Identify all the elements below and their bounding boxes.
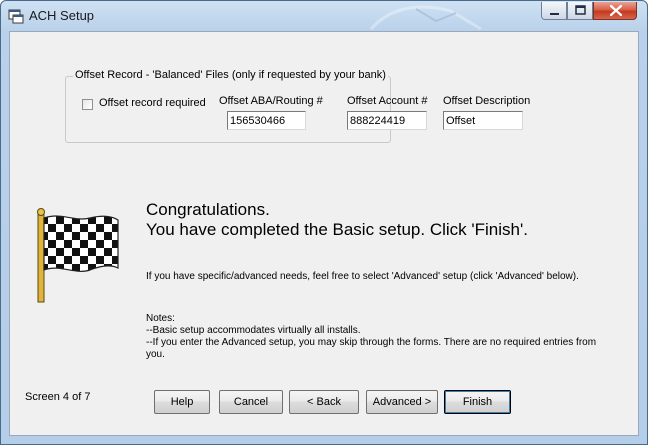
offset-account-label: Offset Account # (347, 95, 428, 107)
note-advanced-setup: --If you enter the Advanced setup, you m… (146, 337, 597, 360)
titlebar-background-decoration (369, 5, 482, 31)
app-icon[interactable] (8, 8, 24, 24)
offset-required-label[interactable]: Offset record required (99, 97, 206, 109)
title-bar[interactable]: ACH Setup (1, 1, 647, 31)
notes-block: Notes: --Basic setup accommodates virtua… (146, 313, 616, 361)
advanced-button[interactable]: Advanced > (366, 390, 438, 414)
offset-aba-input[interactable] (227, 111, 306, 130)
note-basic-setup: --Basic setup accommodates virtually all… (146, 325, 361, 336)
dialog-client-area: Offset Record - 'Balanced' Files (only i… (9, 31, 639, 436)
close-icon (609, 4, 623, 17)
minimize-icon (550, 13, 559, 15)
ach-setup-window: ACH Setup Offset Record - 'Balanced' Fil… (0, 0, 648, 445)
close-button[interactable] (593, 2, 637, 20)
advanced-setup-text: If you have specific/advanced needs, fee… (146, 271, 579, 282)
checkered-flag-icon (37, 208, 119, 303)
maximize-button[interactable] (567, 2, 593, 20)
maximize-icon (575, 5, 586, 15)
offset-account-input[interactable] (347, 111, 427, 130)
offset-record-group: Offset Record - 'Balanced' Files (only i… (65, 69, 530, 143)
congratulations-heading: Congratulations. You have completed the … (146, 200, 528, 240)
offset-required-checkbox[interactable] (82, 99, 93, 110)
finish-button[interactable]: Finish (444, 390, 511, 414)
minimize-button[interactable] (541, 2, 567, 20)
offset-description-input[interactable] (443, 111, 523, 130)
offset-aba-label: Offset ABA/Routing # (219, 95, 323, 107)
cancel-button[interactable]: Cancel (219, 390, 283, 414)
offset-group-legend: Offset Record - 'Balanced' Files (only i… (73, 69, 388, 81)
heading-line-1: Congratulations. (146, 200, 270, 219)
window-title: ACH Setup (29, 8, 95, 23)
offset-description-label: Offset Description (443, 95, 531, 107)
help-button[interactable]: Help (154, 390, 210, 414)
back-button[interactable]: < Back (289, 390, 359, 414)
screen-indicator: Screen 4 of 7 (25, 391, 91, 403)
notes-title: Notes: (146, 313, 175, 324)
heading-line-2: You have completed the Basic setup. Clic… (146, 220, 528, 239)
